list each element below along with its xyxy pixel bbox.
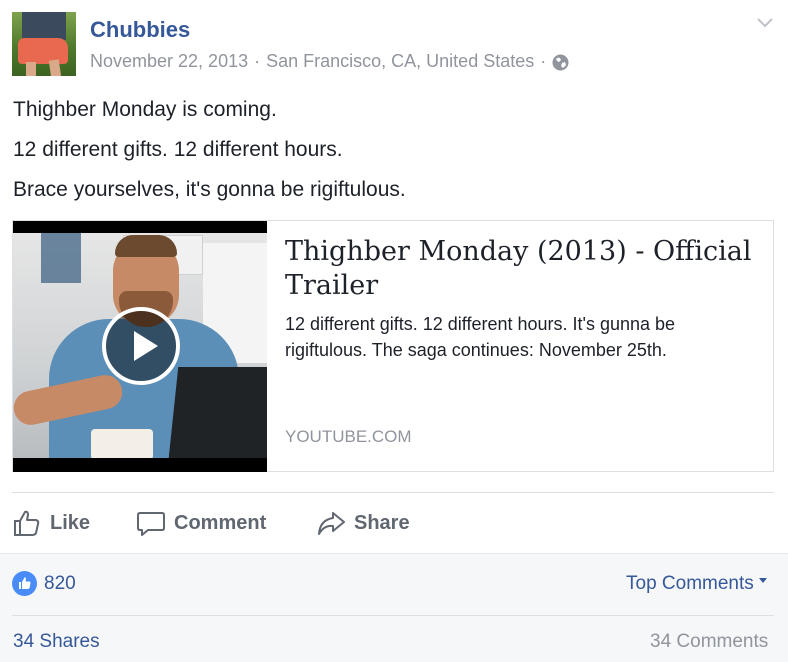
- link-domain: YOUTUBE.COM: [285, 427, 412, 446]
- avatar[interactable]: [12, 12, 76, 76]
- post-footer: 820 Top Comments 34 Shares 34 Comments: [0, 553, 788, 662]
- laptop: [167, 367, 267, 458]
- like-label: Like: [50, 511, 91, 534]
- chevron-down-icon[interactable]: [754, 14, 776, 32]
- post-text-line: Brace yourselves, it's gonna be rigiftul…: [13, 178, 406, 201]
- video-thumbnail[interactable]: [13, 221, 267, 472]
- post-location[interactable]: San Francisco, CA, United States: [266, 51, 534, 72]
- share-button[interactable]: Share: [316, 505, 410, 541]
- share-icon: [316, 508, 346, 538]
- meta-separator-2: ·: [540, 51, 547, 71]
- play-icon: [134, 331, 158, 361]
- comment-button[interactable]: Comment: [136, 505, 266, 541]
- comments-count-link[interactable]: 34 Comments: [650, 631, 768, 653]
- person-hair: [115, 235, 177, 257]
- post-meta: November 22, 2013 · San Francisco, CA, U…: [90, 51, 569, 72]
- meta-separator: ·: [254, 51, 261, 71]
- thumbs-up-icon: [12, 508, 42, 538]
- post-text-line: Thighber Monday is coming.: [13, 98, 277, 121]
- like-button[interactable]: Like: [12, 505, 90, 541]
- avatar-leg-left: [26, 62, 36, 76]
- link-description: 12 different gifts. 12 different hours. …: [285, 314, 676, 360]
- comment-icon: [136, 508, 166, 538]
- globe-icon[interactable]: [552, 54, 569, 71]
- post-date[interactable]: November 22, 2013: [90, 51, 248, 72]
- wall-frame: [41, 233, 81, 283]
- page-name-link[interactable]: Chubbies: [90, 17, 190, 43]
- avatar-shirt: [22, 12, 66, 40]
- cup: [91, 429, 153, 458]
- shares-link[interactable]: 34 Shares: [13, 631, 100, 653]
- avatar-shorts: [18, 38, 68, 64]
- share-label: Share: [354, 511, 410, 534]
- top-comments-dropdown[interactable]: Top Comments: [626, 573, 767, 595]
- reaction-summary[interactable]: 820: [12, 571, 76, 596]
- post-text-line: 12 different gifts. 12 different hours.: [13, 138, 343, 161]
- comment-label: Comment: [174, 511, 267, 534]
- caret-down-icon: [758, 577, 767, 583]
- play-button[interactable]: [102, 307, 180, 385]
- facebook-post: Chubbies November 22, 2013 · San Francis…: [0, 0, 788, 662]
- like-count: 820: [44, 572, 76, 594]
- like-badge-icon: [12, 571, 37, 596]
- footer-divider: [12, 615, 774, 616]
- link-preview-card[interactable]: Thighber Monday (2013) - Official Traile…: [12, 220, 774, 472]
- top-comments-label: Top Comments: [626, 573, 754, 594]
- link-title[interactable]: Thighber Monday (2013) - Official Traile…: [285, 235, 755, 303]
- divider: [12, 492, 774, 493]
